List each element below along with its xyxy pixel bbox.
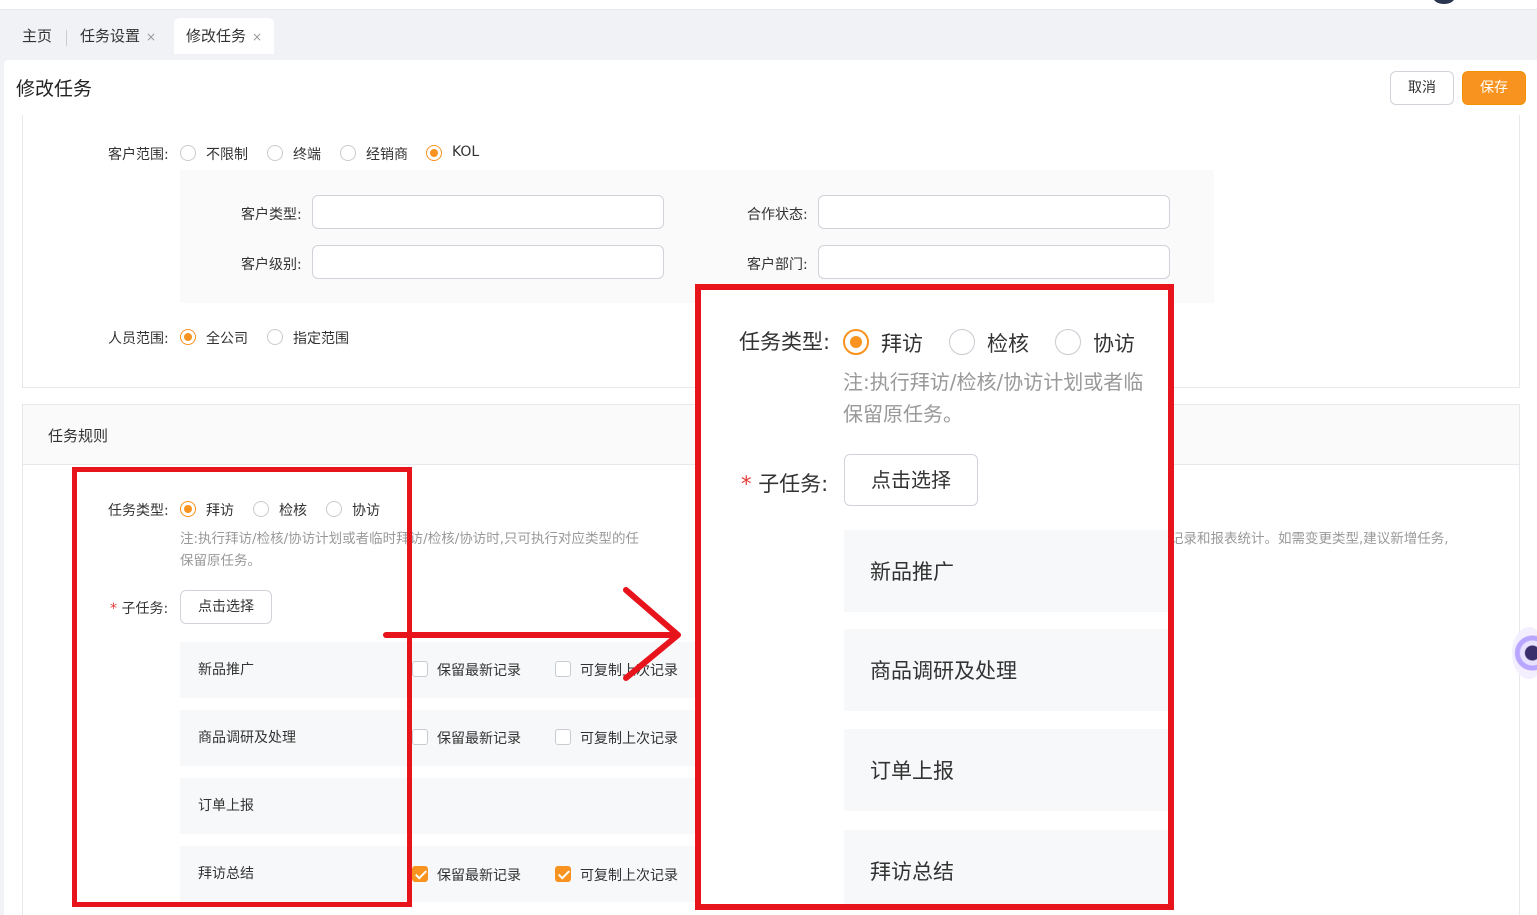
close-icon[interactable]: × (252, 30, 262, 44)
zoom-radio-visit[interactable] (843, 329, 869, 355)
page-title: 修改任务 (16, 78, 93, 100)
save-button[interactable]: 保存 (1462, 71, 1526, 105)
customer-scope-label: 客户范围: (108, 147, 169, 163)
zoom-note-line2: 保留原任务。 (843, 402, 963, 426)
copy-last-label: 可复制上次记录 (580, 868, 678, 884)
zoom-radio-label: 协访 (1093, 332, 1135, 356)
radio-whole-company[interactable] (180, 329, 196, 345)
radio-label: 不限制 (206, 147, 248, 163)
staff-scope-label: 人员范围: (108, 331, 169, 347)
task-type-note-tail: 记录和报表统计。如需变更类型,建议新增任务, (1170, 531, 1449, 547)
zoom-radio-assist-visit[interactable] (1055, 329, 1081, 355)
radio-label: KOL (452, 144, 480, 160)
keep-latest-checkbox[interactable] (412, 729, 428, 745)
zoom-subtask-row: 商品调研及处理 (844, 629, 1168, 711)
tab-edit-task[interactable]: 修改任务 × (174, 18, 275, 54)
keep-latest-label: 保留最新记录 (437, 731, 521, 747)
copy-last-checkbox[interactable] (555, 729, 571, 745)
top-bar (0, 0, 1537, 10)
cancel-button[interactable]: 取消 (1390, 71, 1454, 105)
customer-level-label: 客户级别: (241, 257, 302, 273)
zoom-radio-inspect[interactable] (949, 329, 975, 355)
zoom-radio-label: 检核 (987, 332, 1029, 356)
subtask-name: 订单上报 (870, 759, 954, 783)
tab-home[interactable]: 主页 (22, 18, 52, 54)
rules-section-title: 任务规则 (48, 427, 109, 445)
zoom-callout: 任务类型: 拜访 检核 协访 注:执行拜访/检核/协访计划或者临 保留原任务。 … (695, 284, 1174, 910)
radio-terminal[interactable] (267, 145, 283, 161)
zoom-subtask-row: 拜访总结 (844, 830, 1168, 904)
radio-label: 终端 (293, 147, 321, 163)
cooperation-status-label: 合作状态: (747, 207, 808, 223)
radio-label: 指定范围 (293, 331, 349, 347)
radio-kol[interactable] (426, 145, 442, 161)
tab-divider (66, 30, 67, 46)
zoom-task-type-label: 任务类型: (739, 330, 831, 354)
customer-department-label: 客户部门: (747, 257, 808, 273)
keep-latest-checkbox[interactable] (412, 866, 428, 882)
radio-label: 经销商 (366, 147, 408, 163)
subtask-name: 新品推广 (870, 560, 954, 584)
copy-last-checkbox[interactable] (555, 866, 571, 882)
radio-distributor[interactable] (340, 145, 356, 161)
subtask-name: 拜访总结 (870, 860, 954, 884)
highlight-box (72, 467, 412, 907)
radio-specified-scope[interactable] (267, 329, 283, 345)
customer-department-input[interactable] (818, 245, 1170, 279)
customer-level-input[interactable] (312, 245, 664, 279)
zoom-subtask-label: * 子任务: (741, 472, 829, 496)
close-icon[interactable]: × (146, 30, 156, 44)
arrow-right-icon (383, 587, 681, 681)
keep-latest-label: 保留最新记录 (437, 868, 521, 884)
radio-unlimited[interactable] (180, 145, 196, 161)
zoom-radio-label: 拜访 (881, 332, 923, 356)
tab-bar: 主页 任务设置 × 修改任务 × (0, 10, 1537, 54)
tab-task-settings[interactable]: 任务设置 × (80, 18, 156, 54)
customer-type-label: 客户类型: (241, 207, 302, 223)
customer-type-input[interactable] (312, 195, 664, 229)
zoom-note-line1: 注:执行拜访/检核/协访计划或者临 (843, 370, 1144, 394)
zoom-subtask-row: 订单上报 (844, 729, 1168, 811)
cooperation-status-input[interactable] (818, 195, 1170, 229)
avatar[interactable] (1433, 0, 1455, 4)
required-mark: * (741, 472, 752, 496)
zoom-choose-subtask-button[interactable]: 点击选择 (844, 454, 978, 506)
copy-last-label: 可复制上次记录 (580, 731, 678, 747)
zoom-subtask-row: 新品推广 (844, 530, 1168, 612)
radio-label: 全公司 (206, 331, 248, 347)
subtask-name: 商品调研及处理 (870, 659, 1017, 683)
